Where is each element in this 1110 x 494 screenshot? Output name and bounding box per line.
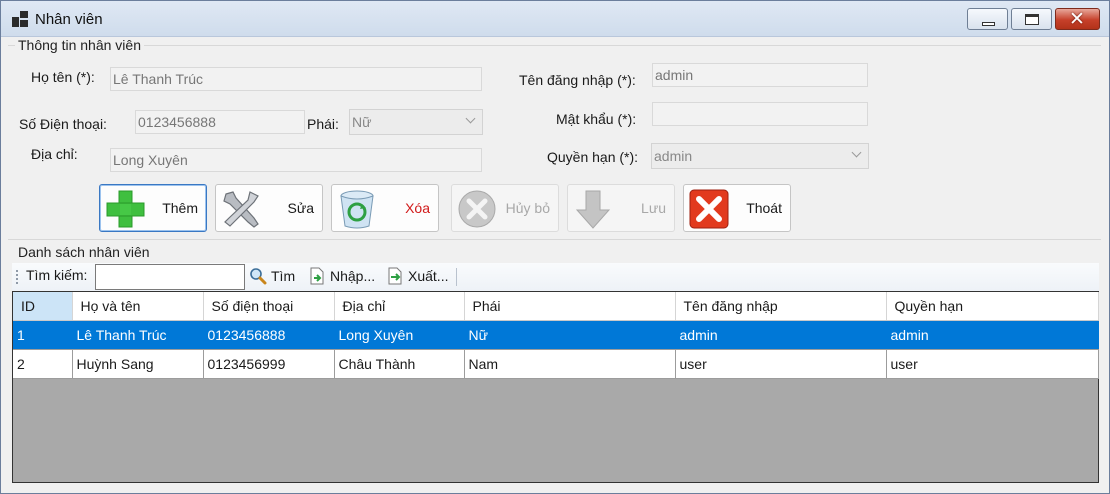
role-select[interactable]: admin bbox=[651, 143, 869, 169]
employee-list-group bbox=[8, 239, 1101, 240]
import-button-label: Nhập... bbox=[330, 268, 376, 284]
column-header-role[interactable]: Quyền hạn bbox=[886, 292, 1099, 321]
import-button[interactable]: Nhập... bbox=[308, 267, 375, 285]
cell-phone[interactable]: 0123456888 bbox=[203, 320, 335, 350]
exit-button[interactable]: Thoát bbox=[683, 184, 791, 232]
employee-grid[interactable]: ID Họ và tên Số điện thoại Địa chỉ Phái … bbox=[12, 291, 1099, 483]
exit-button-label: Thoát bbox=[746, 200, 782, 216]
window-app-icon bbox=[12, 11, 28, 27]
save-button[interactable]: Lưu bbox=[567, 184, 675, 232]
add-button-label: Thêm bbox=[162, 200, 198, 216]
cell-address[interactable]: Long Xuyên bbox=[334, 320, 465, 350]
gender-select-value: Nữ bbox=[352, 114, 372, 130]
table-row[interactable]: 2 Huỳnh Sang 0123456999 Châu Thành Nam u… bbox=[13, 349, 1099, 379]
close-button[interactable]: ✕ bbox=[1055, 8, 1100, 30]
password-field[interactable] bbox=[652, 102, 868, 126]
exit-icon bbox=[689, 189, 729, 229]
chevron-down-icon bbox=[465, 113, 476, 124]
title-bar[interactable]: Nhân viên ✕ bbox=[1, 1, 1109, 37]
search-toolbar: Tìm kiếm: Tìm Nhập... Xuất... bbox=[12, 263, 1099, 291]
grid-header-row: ID Họ và tên Số điện thoại Địa chỉ Phái … bbox=[13, 292, 1099, 321]
cancel-icon bbox=[458, 190, 496, 228]
column-header-fullname[interactable]: Họ và tên bbox=[72, 292, 204, 321]
close-icon: ✕ bbox=[1069, 8, 1085, 30]
window-title: Nhân viên bbox=[35, 11, 103, 28]
role-select-value: admin bbox=[654, 148, 693, 164]
username-field[interactable]: admin bbox=[652, 63, 868, 87]
fullname-field[interactable]: Lê Thanh Trúc bbox=[110, 67, 482, 91]
gender-select[interactable]: Nữ bbox=[349, 109, 483, 135]
delete-button[interactable]: Xóa bbox=[331, 184, 439, 232]
cell-address[interactable]: Châu Thành bbox=[334, 349, 465, 379]
column-header-phone[interactable]: Số điện thoại bbox=[203, 292, 335, 321]
recycle-bin-icon bbox=[340, 190, 374, 229]
column-header-username[interactable]: Tên đăng nhập bbox=[675, 292, 887, 321]
cell-id[interactable]: 2 bbox=[13, 349, 73, 379]
fullname-label: Họ tên (*): bbox=[31, 69, 95, 85]
cell-id[interactable]: 1 bbox=[13, 320, 73, 350]
gender-label: Phái: bbox=[307, 116, 339, 132]
employee-info-group-title: Thông tin nhân viên bbox=[15, 37, 144, 53]
chevron-down-icon bbox=[851, 147, 862, 158]
export-icon bbox=[388, 267, 402, 285]
edit-button-label: Sửa bbox=[287, 200, 315, 216]
export-button-label: Xuất... bbox=[408, 268, 449, 284]
column-header-gender[interactable]: Phái bbox=[464, 292, 676, 321]
phone-label: Số Điện thoại: bbox=[19, 116, 107, 132]
cell-gender[interactable]: Nữ bbox=[464, 320, 676, 350]
add-button[interactable]: Thêm bbox=[99, 184, 207, 232]
wrench-icon bbox=[223, 191, 259, 228]
column-header-address[interactable]: Địa chỉ bbox=[334, 292, 465, 321]
cell-phone[interactable]: 0123456999 bbox=[203, 349, 335, 379]
employee-list-group-title: Danh sách nhân viên bbox=[15, 244, 153, 260]
employee-table: ID Họ và tên Số điện thoại Địa chỉ Phái … bbox=[13, 292, 1099, 379]
save-button-label: Lưu bbox=[641, 200, 666, 216]
employee-window: Nhân viên ✕ Thông tin nhân viên Họ tên (… bbox=[0, 0, 1110, 494]
maximize-icon bbox=[1025, 14, 1039, 25]
maximize-button[interactable] bbox=[1011, 8, 1052, 30]
delete-button-label: Xóa bbox=[405, 200, 430, 216]
cell-gender[interactable]: Nam bbox=[464, 349, 676, 379]
address-field[interactable]: Long Xuyên bbox=[110, 148, 482, 172]
cancel-button[interactable]: Hủy bỏ bbox=[451, 184, 559, 232]
cell-fullname[interactable]: Huỳnh Sang bbox=[72, 349, 204, 379]
export-button[interactable]: Xuất... bbox=[386, 267, 448, 285]
search-icon bbox=[250, 268, 267, 285]
cell-fullname[interactable]: Lê Thanh Trúc bbox=[72, 320, 204, 350]
import-icon bbox=[310, 267, 324, 285]
arrow-down-icon bbox=[575, 190, 611, 229]
minimize-icon bbox=[982, 22, 995, 26]
cancel-button-label: Hủy bỏ bbox=[505, 200, 550, 216]
toolbar-grip[interactable] bbox=[16, 270, 18, 284]
find-button-label: Tìm bbox=[271, 268, 296, 284]
cell-role[interactable]: user bbox=[886, 349, 1099, 379]
cell-role[interactable]: admin bbox=[886, 320, 1099, 350]
cell-username[interactable]: admin bbox=[675, 320, 887, 350]
toolbar-separator bbox=[456, 268, 457, 286]
edit-button[interactable]: Sửa bbox=[215, 184, 323, 232]
search-input[interactable] bbox=[95, 264, 245, 290]
minimize-button[interactable] bbox=[967, 8, 1008, 30]
search-label: Tìm kiếm: bbox=[26, 267, 88, 283]
find-button[interactable]: Tìm bbox=[249, 267, 295, 285]
username-label: Tên đăng nhập (*): bbox=[519, 72, 636, 88]
address-label: Địa chỉ: bbox=[31, 146, 78, 162]
employee-info-group bbox=[8, 45, 1101, 46]
column-header-id[interactable]: ID bbox=[13, 292, 73, 321]
role-label: Quyền hạn (*): bbox=[547, 149, 639, 165]
cell-username[interactable]: user bbox=[675, 349, 887, 379]
table-row[interactable]: 1 Lê Thanh Trúc 0123456888 Long Xuyên Nữ… bbox=[13, 320, 1099, 350]
password-label: Mật khẩu (*): bbox=[556, 111, 637, 127]
phone-field[interactable]: 0123456888 bbox=[135, 110, 305, 134]
plus-icon bbox=[106, 190, 145, 228]
